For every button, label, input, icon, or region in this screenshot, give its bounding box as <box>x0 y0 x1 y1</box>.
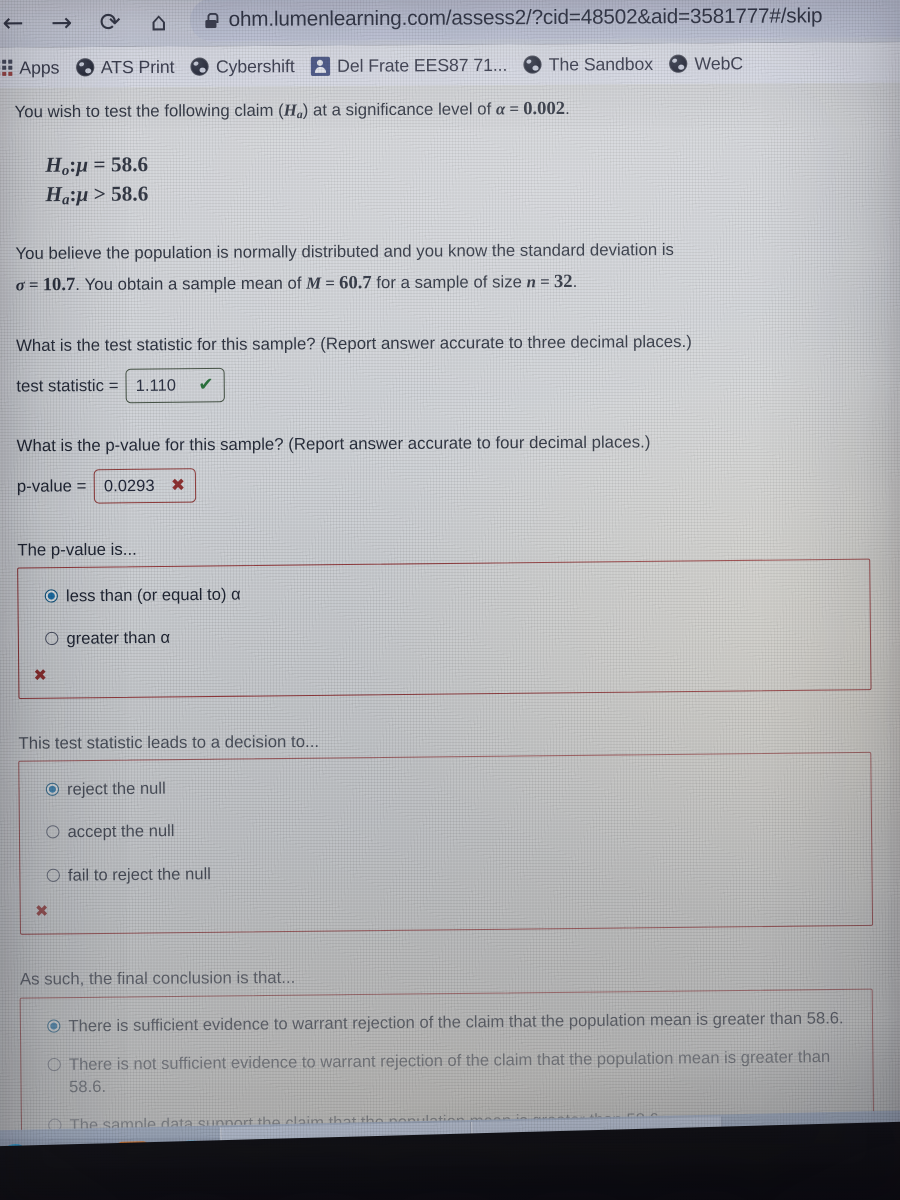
p-value-label: p-value = <box>16 475 87 496</box>
test-statistic-prompt: What is the test statistic for this samp… <box>15 332 692 356</box>
address-bar[interactable]: ohm.lumenlearning.com/assess2/?cid=48502… <box>190 0 900 42</box>
claim-intro-text: You wish to test the following claim ( <box>14 100 284 122</box>
conclusion-option-0[interactable]: There is sufficient evidence to warrant … <box>47 1008 858 1038</box>
sigma-value: 10.7 <box>42 274 76 295</box>
bookmarks-bar: Apps ATS Print Cybershift Del Frate EES8… <box>0 41 900 89</box>
claim-end-text: . <box>565 98 570 119</box>
bookmark-apps[interactable]: Apps <box>0 57 72 79</box>
browser-viewport: You wish to test the following claim (Ha… <box>0 80 900 1139</box>
navigation-buttons: ← → ⟳ ⌂ <box>0 4 174 39</box>
radio-icon[interactable] <box>44 589 58 603</box>
alpha-equals: = <box>505 99 524 119</box>
test-statistic-row: test statistic = 1.110 ✔ <box>16 364 895 404</box>
lock-icon <box>204 12 217 27</box>
pvalue-option-1[interactable]: greater than α <box>45 621 856 651</box>
decision-option-2[interactable]: fail to reject the null <box>46 857 858 887</box>
test-statistic-input[interactable]: 1.110 ✔ <box>125 367 225 404</box>
claim-mid-text: ) at a significance level of <box>302 99 496 120</box>
bookmark-ats-print-label: ATS Print <box>100 56 175 77</box>
decision-option-1-label: accept the null <box>67 822 175 842</box>
conclusion-option-1-label: There is not sufficient evidence to warr… <box>68 1047 831 1096</box>
p-value-input[interactable]: 0.0293 ✖ <box>93 467 197 504</box>
pvalue-option-1-label: greater than α <box>66 629 171 649</box>
check-icon: ✔ <box>198 373 214 396</box>
bookmark-apps-label: Apps <box>19 56 60 78</box>
bookmark-the-sandbox[interactable]: The Sandbox <box>519 53 665 75</box>
globe-icon <box>523 55 542 74</box>
sample-mean-value: 60.7 <box>339 272 372 293</box>
radio-icon[interactable] <box>47 1058 61 1072</box>
bookmark-webc[interactable]: WebC <box>665 53 755 75</box>
bookmark-webc-label: WebC <box>694 52 744 74</box>
reload-icon[interactable]: ⟳ <box>95 4 126 39</box>
globe-icon <box>75 58 94 77</box>
back-icon[interactable]: ← <box>0 5 28 40</box>
person-icon <box>310 56 331 76</box>
radio-icon[interactable] <box>46 868 60 882</box>
conclusion-group-title: As such, the final conclusion is that... <box>19 968 296 989</box>
conclusion-option-0-label: There is sufficient evidence to warrant … <box>68 1009 844 1036</box>
test-statistic-value: 1.110 <box>135 375 177 395</box>
pvalue-option-0-label: less than (or equal to) α <box>65 585 241 606</box>
pvalue-group-error-icon: ✖ <box>33 665 48 685</box>
apps-grid-icon <box>0 59 13 76</box>
forward-icon[interactable]: → <box>46 5 77 40</box>
p-value-value: 0.0293 <box>103 475 155 495</box>
decision-option-2-label: fail to reject the null <box>67 864 211 885</box>
decision-option-0-label: reject the null <box>66 779 166 800</box>
radio-icon[interactable] <box>47 1019 61 1033</box>
decision-group-error-icon: ✖ <box>34 901 49 921</box>
conclusion-option-1[interactable]: There is not sufficient evidence to warr… <box>47 1047 859 1099</box>
p-value-row: p-value = 0.0293 ✖ <box>17 464 896 504</box>
alpha-value: 0.002 <box>523 97 566 119</box>
decision-radio-group: reject the null accept the null fail to … <box>18 752 874 936</box>
photographed-screen: You wish to test the following claim (Ha… <box>0 0 900 1200</box>
claim-statement: You wish to test the following claim (Ha… <box>15 93 825 125</box>
bookmark-ats-print[interactable]: ATS Print <box>71 56 186 78</box>
population-assumption-line2: σ = 10.7. You obtain a sample mean of M … <box>15 271 578 295</box>
decision-group-title: This test statistic leads to a decision … <box>18 731 320 753</box>
globe-icon <box>669 54 688 73</box>
radio-icon[interactable] <box>46 825 60 840</box>
sample-size-value: 32 <box>553 271 573 292</box>
decision-option-1[interactable]: accept the null <box>46 814 857 844</box>
hypotheses-block: Ho:μ = 58.6 Ha:μ > 58.6 <box>45 146 893 211</box>
decision-option-0[interactable]: reject the null <box>45 772 857 802</box>
pvalue-radio-group: less than (or equal to) α greater than α… <box>17 558 872 699</box>
globe-icon <box>190 57 209 76</box>
cross-icon: ✖ <box>170 474 186 495</box>
assessment-content: You wish to test the following claim (Ha… <box>0 80 900 1139</box>
bookmark-the-sandbox-label: The Sandbox <box>548 53 654 75</box>
sample-mean-symbol: M <box>306 273 322 293</box>
bookmark-cybershift-label: Cybershift <box>215 55 295 77</box>
claim-ha-symbol: Ha <box>283 100 303 122</box>
pvalue-option-0[interactable]: less than (or equal to) α <box>44 578 856 608</box>
bookmark-del-frate[interactable]: Del Frate EES87 71... <box>307 54 520 77</box>
test-statistic-label: test statistic = <box>16 375 119 396</box>
population-assumption-line1: You believe the population is normally d… <box>15 239 674 263</box>
radio-icon[interactable] <box>45 782 60 797</box>
address-bar-url: ohm.lumenlearning.com/assess2/?cid=48502… <box>228 4 823 32</box>
bookmark-cybershift[interactable]: Cybershift <box>186 55 306 77</box>
radio-icon[interactable] <box>45 632 59 646</box>
p-value-prompt: What is the p-value for this sample? (Re… <box>16 432 651 456</box>
home-icon[interactable]: ⌂ <box>143 4 174 39</box>
pvalue-group-title: The p-value is... <box>17 539 137 560</box>
sigma-symbol: σ <box>15 275 25 295</box>
sample-size-symbol: n <box>526 272 537 292</box>
alpha-symbol: α <box>495 99 506 119</box>
bookmark-del-frate-label: Del Frate EES87 71... <box>337 54 508 76</box>
